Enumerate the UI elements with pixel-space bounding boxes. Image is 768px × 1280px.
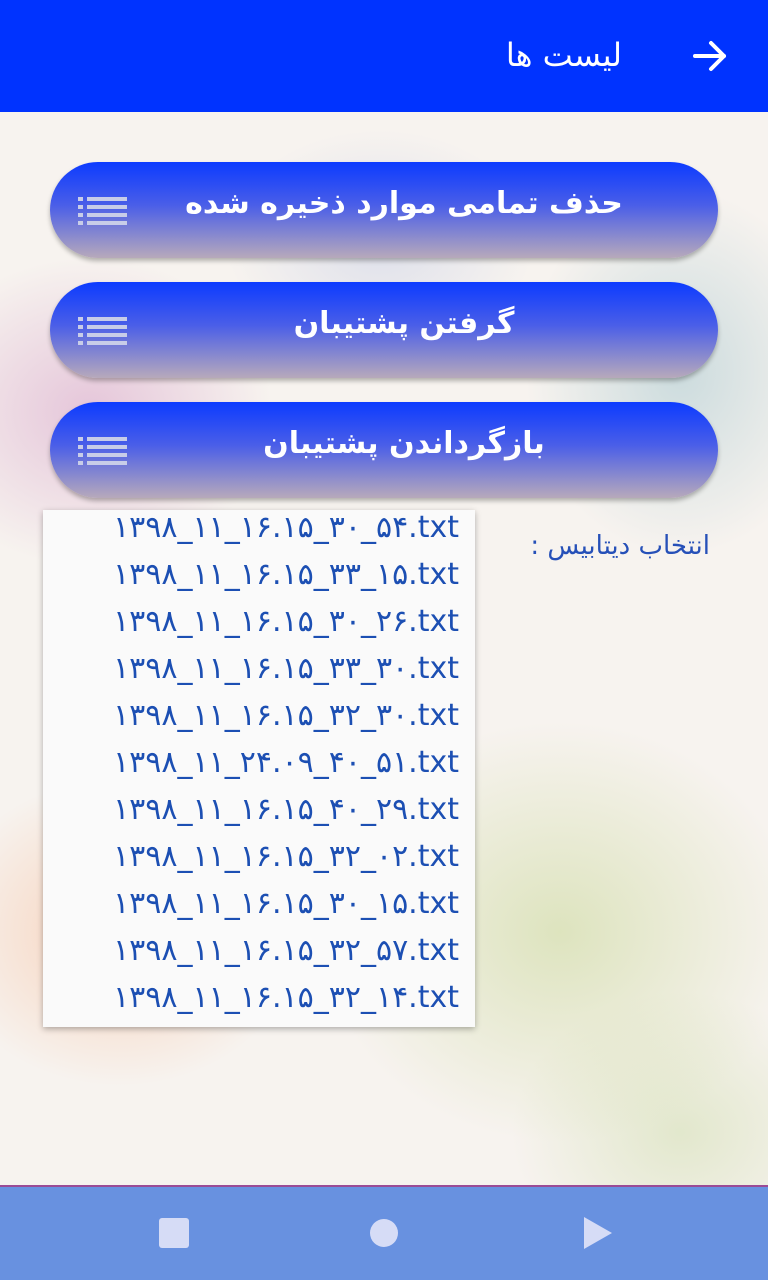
page-title: لیست ها bbox=[505, 36, 622, 74]
menu-lines-icon bbox=[78, 197, 127, 225]
dropdown-option[interactable]: ۱۳۹۸_۱۱_۱۶.۱۵_۳۲_۱۴.txt bbox=[43, 974, 475, 1021]
menu-lines-icon bbox=[78, 317, 127, 345]
dropdown-option[interactable]: ۱۳۹۸_۱۱_۱۶.۱۵_۳۰_۲۶.txt bbox=[43, 598, 475, 645]
system-navigation-bar bbox=[0, 1185, 768, 1280]
restore-backup-label: بازگرداندن پشتیبان bbox=[263, 426, 545, 461]
arrow-right-icon[interactable] bbox=[690, 36, 730, 76]
dropdown-option[interactable]: ۱۳۹۸_۱۱_۱۶.۱۵_۴۰_۲۹.txt bbox=[43, 786, 475, 833]
dropdown-option[interactable]: ۱۳۹۸_۱۱_۱۶.۱۵_۳۳_۳۰.txt bbox=[43, 645, 475, 692]
home-circle-icon[interactable] bbox=[370, 1219, 398, 1247]
menu-lines-icon bbox=[78, 437, 127, 465]
restore-backup-button[interactable]: بازگرداندن پشتیبان bbox=[50, 402, 718, 498]
take-backup-button[interactable]: گرفتن پشتیبان bbox=[50, 282, 718, 378]
dropdown-option[interactable]: ۱۳۹۸_۱۱_۱۶.۱۵_۳۲_۵۷.txt bbox=[43, 927, 475, 974]
take-backup-label: گرفتن پشتیبان bbox=[293, 306, 515, 341]
dropdown-option[interactable]: ۱۳۹۸_۱۱_۲۴.۰۹_۴۰_۵۱.txt bbox=[43, 739, 475, 786]
dropdown-option[interactable]: ۱۳۹۸_۱۱_۱۶.۱۵_۳۳_۱۵.txt bbox=[43, 551, 475, 598]
dropdown-option[interactable]: ۱۳۹۸_۱۱_۱۶.۱۵_۳۲_۰۲.txt bbox=[43, 833, 475, 880]
recents-square-icon[interactable] bbox=[159, 1218, 189, 1248]
dropdown-option[interactable]: ۱۳۹۸_۱۱_۱۶.۱۵_۳۰_۵۴.txt bbox=[43, 510, 475, 551]
select-database-label: انتخاب دیتابیس : bbox=[530, 531, 710, 561]
delete-all-saved-label: حذف تمامی موارد ذخیره شده bbox=[185, 186, 623, 221]
dropdown-option[interactable]: ۱۳۹۸_۱۱_۱۶.۱۵_۳۰_۱۵.txt bbox=[43, 880, 475, 927]
database-dropdown-list[interactable]: ۱۳۹۸_۱۱_۱۶.۱۵_۳۰_۵۴.txt ۱۳۹۸_۱۱_۱۶.۱۵_۳۳… bbox=[43, 510, 475, 1027]
app-bar: لیست ها bbox=[0, 0, 768, 112]
dropdown-option[interactable]: ۱۳۹۸_۱۱_۱۶.۱۵_۳۲_۳۰.txt bbox=[43, 692, 475, 739]
delete-all-saved-button[interactable]: حذف تمامی موارد ذخیره شده bbox=[50, 162, 718, 258]
back-triangle-icon[interactable] bbox=[584, 1217, 612, 1249]
